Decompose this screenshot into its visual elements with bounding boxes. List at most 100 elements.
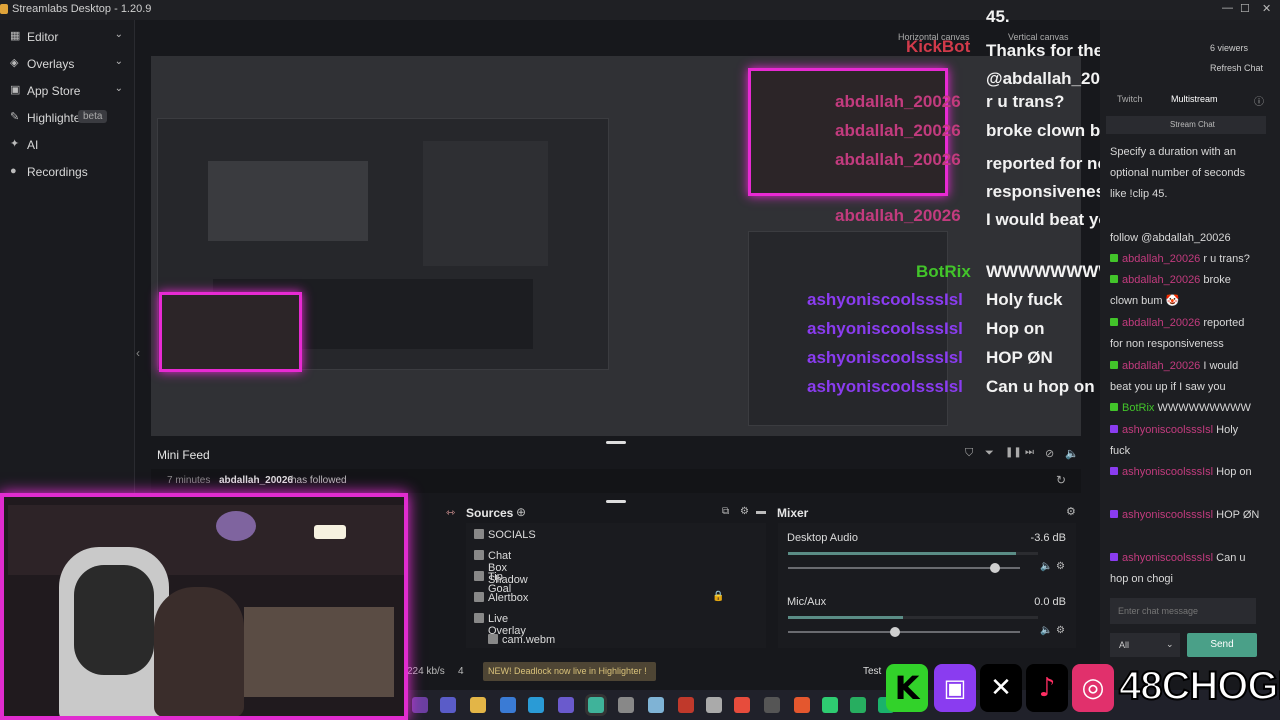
- xbox-icon[interactable]: [850, 697, 866, 713]
- volume-slider[interactable]: [788, 627, 1020, 637]
- chat-message: abdallah_20026 broke clown bum 🤡: [1110, 270, 1260, 312]
- speaker-icon[interactable]: 🔈: [1040, 625, 1052, 636]
- channel-name: Desktop Audio: [787, 532, 858, 544]
- gear-icon[interactable]: ⚙: [1056, 561, 1065, 572]
- overlay-chat-user: abdallah_20026: [835, 206, 961, 225]
- sidebar-item-label: App Store: [27, 84, 81, 98]
- maximize-icon[interactable]: ☐: [1240, 2, 1250, 15]
- send-button[interactable]: Send: [1187, 633, 1257, 657]
- chat-text: r u trans?: [1203, 253, 1250, 265]
- streamer: [154, 587, 244, 716]
- gear-icon[interactable]: ⚙: [1056, 625, 1065, 636]
- file-explorer-icon[interactable]: [470, 697, 486, 713]
- obs-icon[interactable]: [618, 697, 634, 713]
- tab-twitch[interactable]: Twitch: [1117, 94, 1143, 104]
- brave-icon[interactable]: [794, 697, 810, 713]
- refresh-chat-button[interactable]: Refresh Chat: [1210, 63, 1263, 73]
- chat-message: abdallah_20026 r u trans?: [1110, 249, 1260, 270]
- chat-message: Specify a duration with an optional numb…: [1110, 142, 1260, 205]
- volume-icon[interactable]: 🔈: [1065, 447, 1079, 460]
- info-icon[interactable]: ⓘ: [1254, 93, 1264, 108]
- app-icon[interactable]: [412, 697, 428, 713]
- add-source-icon[interactable]: ⊕: [516, 505, 526, 519]
- chat-filter-select[interactable]: All ⌄: [1110, 633, 1180, 657]
- folder-icon[interactable]: ▬: [756, 506, 766, 517]
- chat-filter-value: All: [1119, 640, 1130, 650]
- collapse-left-icon[interactable]: ‹: [136, 346, 140, 360]
- sidebar-item-app-store[interactable]: ▣ App Store ⌄: [0, 78, 135, 104]
- sidebar-item-editor[interactable]: ▦ Editor ⌄: [0, 24, 135, 50]
- x-icon: ✕: [980, 664, 1022, 712]
- slider-knob[interactable]: [990, 563, 1000, 573]
- chat-user[interactable]: abdallah_20026: [1122, 317, 1200, 329]
- app-icon[interactable]: [764, 697, 780, 713]
- close-icon[interactable]: ✕: [1262, 2, 1271, 15]
- sidebar-item-overlays[interactable]: ◈ Overlays ⌄: [0, 51, 135, 77]
- volume-slider[interactable]: [788, 563, 1020, 573]
- news-text: NEW! Deadlock now live in Highlighter !: [488, 666, 647, 676]
- app-icon[interactable]: [706, 697, 722, 713]
- streamlabs-icon[interactable]: [588, 697, 604, 713]
- skip-icon[interactable]: ⏭: [1025, 447, 1034, 458]
- overlay-chat-user: ashyoniscoolsssIsl: [807, 319, 963, 338]
- meter-fill: [788, 616, 903, 619]
- settings-icon[interactable]: ⚙: [740, 506, 749, 517]
- clip-count-text: 45.: [986, 7, 1010, 26]
- nested-webcam-frame: [159, 292, 302, 372]
- news-banner[interactable]: NEW! Deadlock now live in Highlighter !: [483, 662, 656, 681]
- tiktok-icon: ♪: [1026, 664, 1068, 712]
- app-icon[interactable]: [822, 697, 838, 713]
- overlay-chat-user: abdallah_20026: [835, 150, 961, 169]
- mini-feed-event: 7 minutes abdallah_20026 has followed ↻: [151, 469, 1081, 493]
- overlay-chat-user: abdallah_20026: [835, 121, 961, 140]
- instagram-icon: ◎: [1072, 664, 1114, 712]
- stream-chat-header: Stream Chat: [1106, 116, 1266, 134]
- chat-user[interactable]: ashyoniscoolsssIsl: [1122, 424, 1213, 436]
- chevron-down-icon[interactable]: ⌄: [115, 29, 123, 40]
- volume-meter: [788, 616, 1038, 619]
- chat-user[interactable]: ashyoniscoolsssIsl: [1122, 466, 1213, 478]
- badge-icon: [1110, 361, 1118, 369]
- sidebar-item-label: Editor: [27, 30, 59, 44]
- tab-multistream[interactable]: Multistream: [1171, 94, 1218, 104]
- slider-knob[interactable]: [890, 627, 900, 637]
- chrome-icon[interactable]: [734, 697, 750, 713]
- scene-collection-icon[interactable]: ⇿: [446, 506, 455, 519]
- store-icon[interactable]: [500, 697, 516, 713]
- sidebar-item-ai[interactable]: ✦ AI: [0, 132, 135, 158]
- app-icon[interactable]: [648, 697, 664, 713]
- resize-handle[interactable]: [606, 500, 626, 503]
- bed: [244, 607, 394, 697]
- overlay-chat-user: ashyoniscoolsssIsl: [807, 290, 963, 309]
- edge-icon[interactable]: [528, 697, 544, 713]
- chat-user[interactable]: abdallah_20026: [1122, 253, 1200, 265]
- chevron-down-icon[interactable]: ⌄: [115, 56, 123, 67]
- chat-user[interactable]: ashyoniscoolsssIsl: [1122, 552, 1213, 564]
- chat-user[interactable]: abdallah_20026: [1122, 360, 1200, 372]
- discord-icon[interactable]: [558, 697, 574, 713]
- refresh-icon[interactable]: ↻: [1056, 473, 1066, 487]
- settings-icon[interactable]: ⚙: [1066, 505, 1076, 518]
- chat-user[interactable]: abdallah_20026: [1122, 274, 1200, 286]
- chat-input[interactable]: [1110, 598, 1256, 624]
- chat-user[interactable]: BotRix: [1122, 402, 1154, 414]
- mute-icon[interactable]: ⊘: [1045, 447, 1054, 460]
- chat-text: HOP ØN: [1216, 509, 1260, 521]
- ai-icon: ✦: [10, 138, 20, 150]
- filter-icon[interactable]: ⏷: [985, 447, 994, 460]
- layers-icon[interactable]: ⧉: [722, 506, 729, 517]
- netflix-icon[interactable]: [678, 697, 694, 713]
- chevron-down-icon[interactable]: ⌄: [115, 83, 123, 94]
- sidebar-item-label: AI: [27, 138, 39, 152]
- minimize-icon[interactable]: —: [1222, 2, 1233, 14]
- source-label: SOCIALS: [488, 529, 536, 541]
- speaker-icon[interactable]: 🔈: [1040, 561, 1052, 572]
- sidebar-item-recordings[interactable]: ● Recordings: [0, 159, 135, 185]
- chat-user[interactable]: ashyoniscoolsssIsl: [1122, 509, 1213, 521]
- test-button[interactable]: Test: [863, 666, 881, 677]
- pause-icon[interactable]: ❚❚: [1005, 447, 1022, 458]
- sidebar-item-highlighter[interactable]: ✎ Highlighter beta: [0, 105, 135, 131]
- shield-icon[interactable]: ⛉: [965, 447, 973, 460]
- lock-icon[interactable]: 🔒: [712, 591, 724, 602]
- teams-icon[interactable]: [440, 697, 456, 713]
